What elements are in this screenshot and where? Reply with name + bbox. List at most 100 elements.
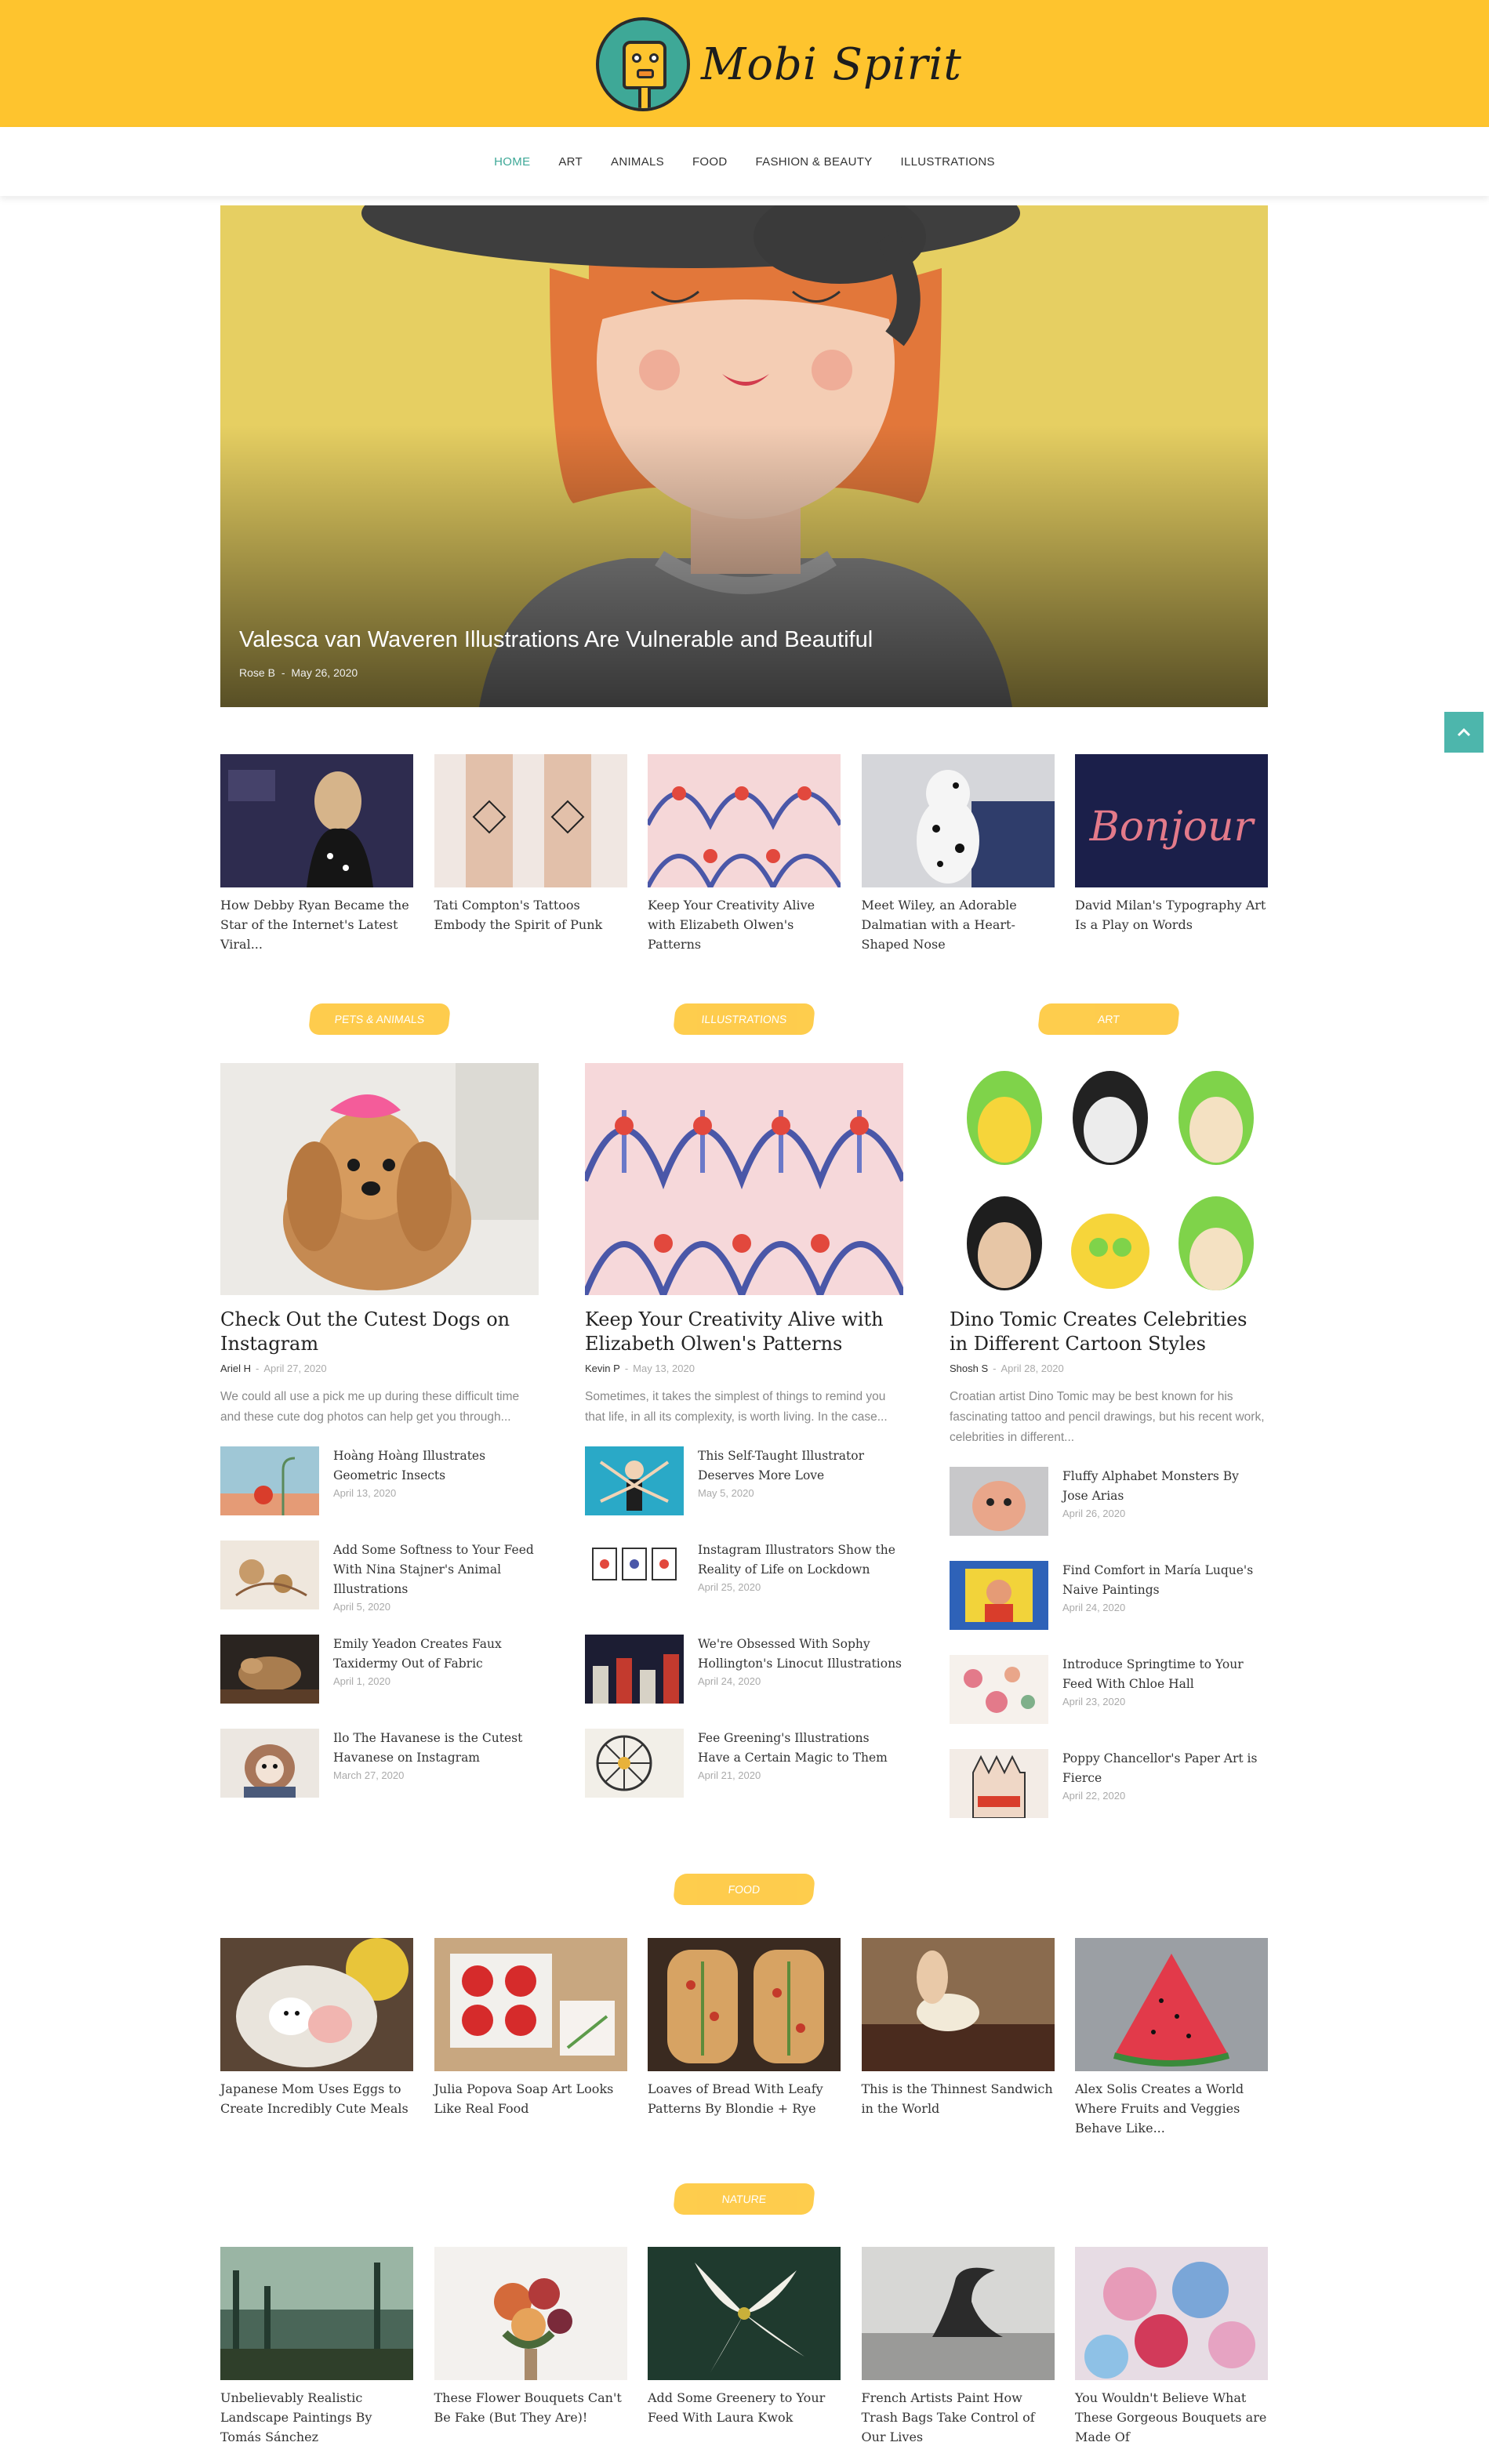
list-item-thumb[interactable]	[585, 1729, 684, 1798]
nature-card[interactable]: You Wouldn't Believe What These Gorgeous…	[1075, 2247, 1268, 2447]
food-card[interactable]: Loaves of Bread With Leafy Patterns By B…	[648, 1938, 841, 2138]
nature-card[interactable]: French Artists Paint How Trash Bags Take…	[861, 2247, 1055, 2447]
food-thumb[interactable]	[1075, 1938, 1268, 2071]
list-item-title[interactable]: This Self-Taught Illustrator Deserves Mo…	[698, 1446, 903, 1486]
featured-caption[interactable]: Meet Wiley, an Adorable Dalmatian with a…	[862, 895, 1055, 954]
food-caption[interactable]: Loaves of Bread With Leafy Patterns By B…	[648, 2079, 841, 2118]
list-item[interactable]: We're Obsessed With Sophy Hollington's L…	[585, 1635, 903, 1729]
list-item-thumb[interactable]	[220, 1729, 319, 1798]
list-item-title[interactable]: Find Comfort in María Luque's Naive Pain…	[1062, 1561, 1268, 1600]
section-badge-food[interactable]: FOOD	[672, 1874, 816, 1905]
main-article-title[interactable]: Dino Tomic Creates Celebrities in Differ…	[950, 1308, 1268, 1356]
featured-caption[interactable]: Keep Your Creativity Alive with Elizabet…	[648, 895, 841, 954]
nature-caption[interactable]: Add Some Greenery to Your Feed With Laur…	[648, 2388, 841, 2427]
list-item-title[interactable]: Add Some Softness to Your Feed With Nina…	[333, 1540, 539, 1599]
hero-article[interactable]: Valesca van Waveren Illustrations Are Vu…	[220, 205, 1268, 707]
list-item[interactable]: Hoàng Hoàng Illustrates Geometric Insect…	[220, 1446, 539, 1540]
list-item-title[interactable]: Fluffy Alphabet Monsters By Jose Arias	[1062, 1467, 1268, 1506]
list-item[interactable]: Fluffy Alphabet Monsters By Jose Arias Ap…	[950, 1467, 1268, 1561]
nature-card[interactable]: Add Some Greenery to Your Feed With Laur…	[648, 2247, 841, 2447]
main-article-thumb[interactable]	[950, 1063, 1268, 1295]
nature-caption[interactable]: You Wouldn't Believe What These Gorgeous…	[1075, 2388, 1268, 2447]
nature-caption[interactable]: These Flower Bouquets Can't Be Fake (But…	[434, 2388, 627, 2427]
food-thumb[interactable]	[434, 1938, 627, 2071]
list-item[interactable]: Poppy Chancellor's Paper Art is Fierce Ap…	[950, 1749, 1268, 1843]
list-item-title[interactable]: We're Obsessed With Sophy Hollington's L…	[698, 1635, 903, 1674]
site-logo[interactable]: Mobi Spirit	[596, 17, 962, 111]
nature-thumb[interactable]	[1075, 2247, 1268, 2380]
section-badge-pets-animals[interactable]: PETS & ANIMALS	[307, 1003, 452, 1035]
nature-thumb[interactable]	[434, 2247, 627, 2380]
food-caption[interactable]: Alex Solis Creates a World Where Fruits …	[1075, 2079, 1268, 2138]
featured-caption[interactable]: Tati Compton's Tattoos Embody the Spirit…	[434, 895, 627, 934]
main-article-title[interactable]: Check Out the Cutest Dogs on Instagram	[220, 1308, 539, 1356]
hero-author[interactable]: Rose B	[239, 666, 275, 679]
featured-card[interactable]: How Debby Ryan Became the Star of the In…	[220, 754, 413, 954]
featured-caption[interactable]: How Debby Ryan Became the Star of the In…	[220, 895, 413, 954]
nature-caption[interactable]: Unbelievably Realistic Landscape Paintin…	[220, 2388, 413, 2447]
food-card[interactable]: Julia Popova Soap Art Looks Like Real Fo…	[434, 1938, 627, 2138]
featured-caption[interactable]: David Milan's Typography Art Is a Play o…	[1075, 895, 1268, 934]
featured-thumb[interactable]	[648, 754, 841, 887]
nature-card[interactable]: Unbelievably Realistic Landscape Paintin…	[220, 2247, 413, 2447]
section-badge-nature[interactable]: NATURE	[672, 2183, 816, 2215]
author[interactable]: Ariel H	[220, 1363, 251, 1374]
food-caption[interactable]: Japanese Mom Uses Eggs to Create Incredi…	[220, 2079, 413, 2118]
featured-card[interactable]: Keep Your Creativity Alive with Elizabet…	[648, 754, 841, 954]
nature-card[interactable]: These Flower Bouquets Can't Be Fake (But…	[434, 2247, 627, 2447]
list-item-thumb[interactable]	[950, 1467, 1048, 1536]
main-article-title[interactable]: Keep Your Creativity Alive with Elizabet…	[585, 1308, 903, 1356]
list-item-thumb[interactable]	[585, 1540, 684, 1609]
section-badge-art[interactable]: ART	[1037, 1003, 1181, 1035]
list-item-title[interactable]: Introduce Springtime to Your Feed With C…	[1062, 1655, 1268, 1694]
list-item[interactable]: Ilo The Havanese is the Cutest Havanese …	[220, 1729, 539, 1823]
featured-thumb[interactable]	[861, 754, 1055, 887]
nature-thumb[interactable]	[220, 2247, 413, 2380]
author[interactable]: Shosh S	[950, 1363, 988, 1374]
nav-item-food[interactable]: FOOD	[692, 155, 728, 169]
food-card[interactable]: Japanese Mom Uses Eggs to Create Incredi…	[220, 1938, 413, 2138]
list-item-thumb[interactable]	[585, 1446, 684, 1515]
list-item-title[interactable]: Instagram Illustrators Show the Reality …	[698, 1540, 903, 1580]
list-item[interactable]: Instagram Illustrators Show the Reality …	[585, 1540, 903, 1635]
featured-thumb[interactable]	[220, 754, 413, 887]
author[interactable]: Kevin P	[585, 1363, 620, 1374]
food-thumb[interactable]	[220, 1938, 413, 2071]
list-item-thumb[interactable]	[585, 1635, 684, 1704]
list-item-title[interactable]: Hoàng Hoàng Illustrates Geometric Insect…	[333, 1446, 539, 1486]
nav-item-illustrations[interactable]: ILLUSTRATIONS	[901, 155, 995, 169]
food-thumb[interactable]	[861, 1938, 1055, 2071]
food-thumb[interactable]	[648, 1938, 841, 2071]
main-article-thumb[interactable]	[585, 1063, 903, 1295]
list-item-title[interactable]: Emily Yeadon Creates Faux Taxidermy Out …	[333, 1635, 539, 1674]
main-article-thumb[interactable]	[220, 1063, 539, 1295]
list-item-title[interactable]: Poppy Chancellor's Paper Art is Fierce	[1062, 1749, 1268, 1788]
list-item-thumb[interactable]	[950, 1749, 1048, 1818]
featured-card[interactable]: Bonjour David Milan's Typography Art Is …	[1075, 754, 1268, 954]
list-item-thumb[interactable]	[220, 1540, 319, 1609]
hero-title[interactable]: Valesca van Waveren Illustrations Are Vu…	[239, 627, 873, 653]
nav-item-fashion-beauty[interactable]: FASHION & BEAUTY	[756, 155, 873, 169]
featured-thumb[interactable]	[434, 754, 627, 887]
featured-card[interactable]: Tati Compton's Tattoos Embody the Spirit…	[434, 754, 627, 954]
food-card[interactable]: Alex Solis Creates a World Where Fruits …	[1075, 1938, 1268, 2138]
food-card[interactable]: This is the Thinnest Sandwich in the Wor…	[861, 1938, 1055, 2138]
list-item-thumb[interactable]	[220, 1635, 319, 1704]
nav-item-art[interactable]: ART	[558, 155, 583, 169]
list-item[interactable]: Fee Greening's Illustrations Have a Cert…	[585, 1729, 903, 1823]
nature-thumb[interactable]	[648, 2247, 841, 2380]
food-caption[interactable]: This is the Thinnest Sandwich in the Wor…	[862, 2079, 1055, 2118]
list-item-thumb[interactable]	[950, 1655, 1048, 1724]
list-item[interactable]: Emily Yeadon Creates Faux Taxidermy Out …	[220, 1635, 539, 1729]
list-item[interactable]: This Self-Taught Illustrator Deserves Mo…	[585, 1446, 903, 1540]
featured-thumb[interactable]: Bonjour	[1075, 754, 1268, 887]
list-item-thumb[interactable]	[950, 1561, 1048, 1630]
list-item[interactable]: Find Comfort in María Luque's Naive Pain…	[950, 1561, 1268, 1655]
scroll-to-top-button[interactable]	[1444, 712, 1484, 753]
nav-item-home[interactable]: HOME	[494, 155, 530, 169]
food-caption[interactable]: Julia Popova Soap Art Looks Like Real Fo…	[434, 2079, 627, 2118]
featured-card[interactable]: Meet Wiley, an Adorable Dalmatian with a…	[861, 754, 1055, 954]
list-item[interactable]: Introduce Springtime to Your Feed With C…	[950, 1655, 1268, 1749]
list-item-title[interactable]: Ilo The Havanese is the Cutest Havanese …	[333, 1729, 539, 1768]
list-item-title[interactable]: Fee Greening's Illustrations Have a Cert…	[698, 1729, 903, 1768]
